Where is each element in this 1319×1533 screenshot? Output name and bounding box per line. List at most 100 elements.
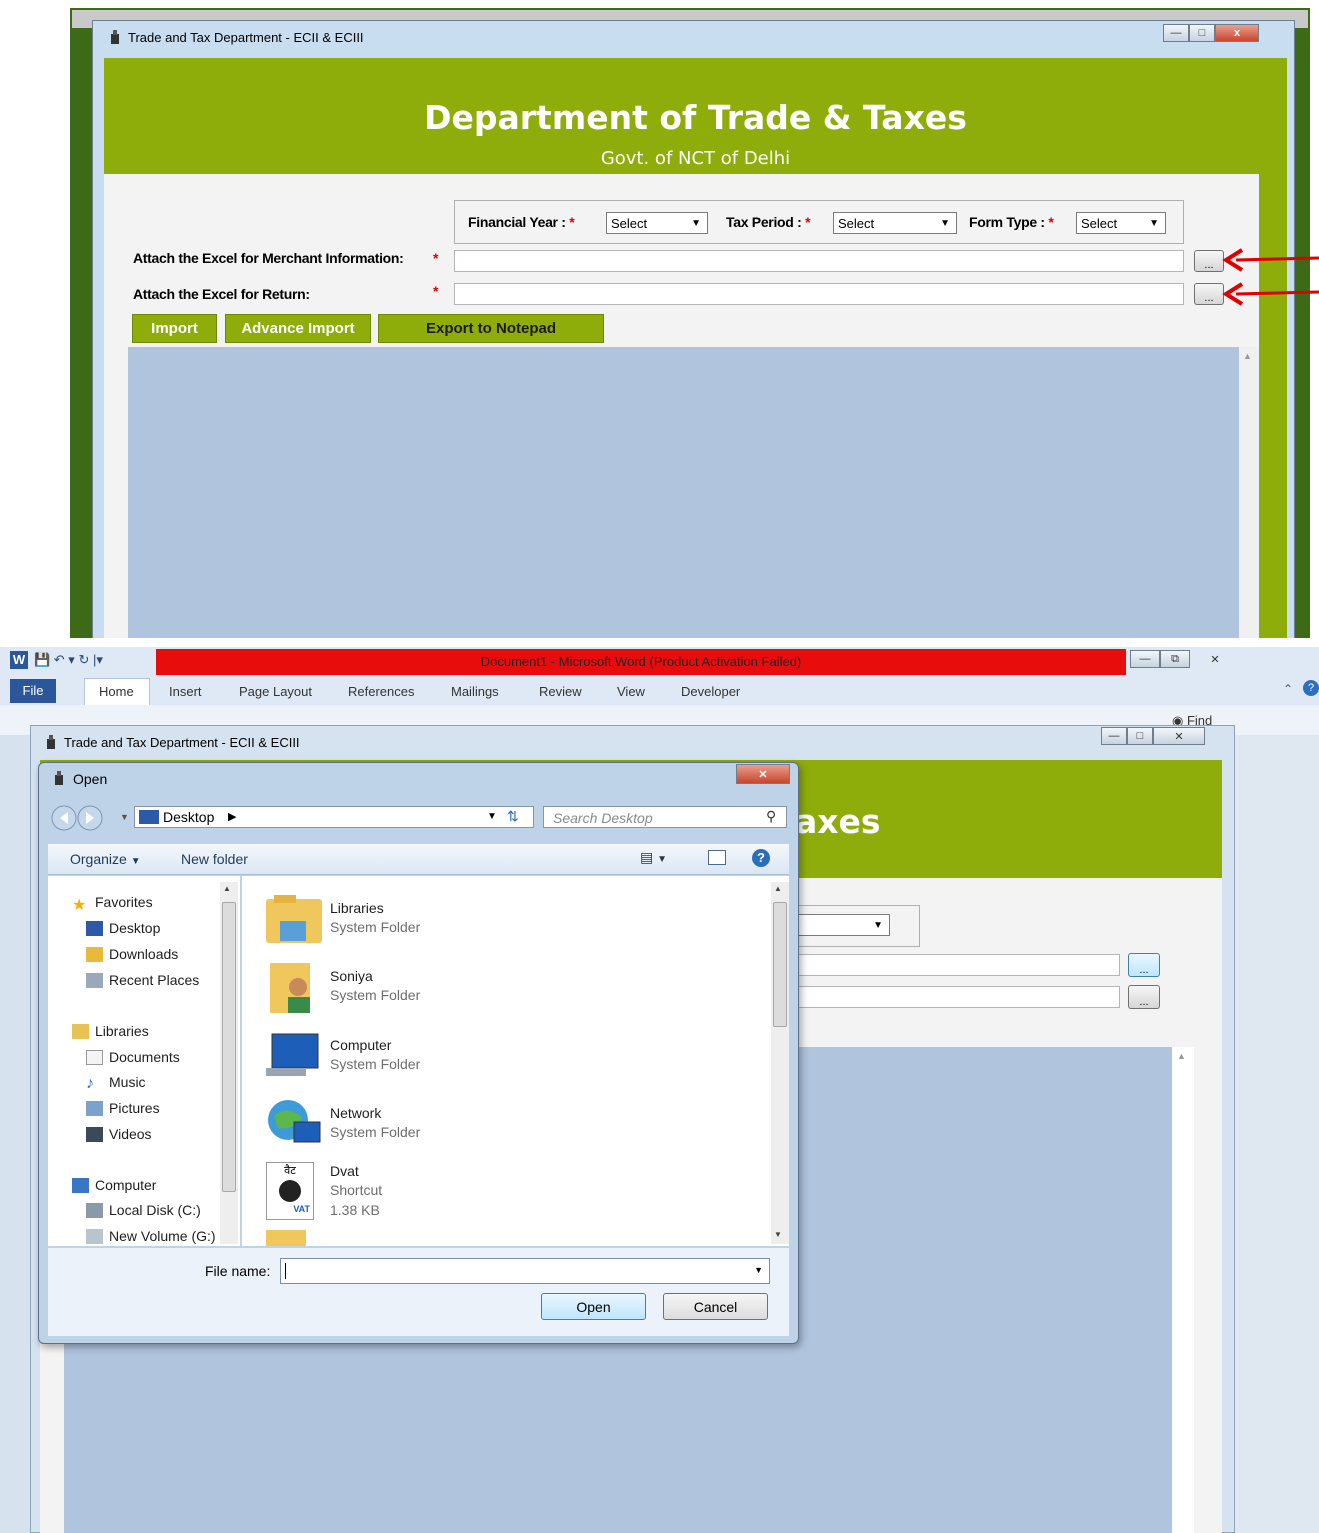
scroll-down-icon[interactable]: ▼ — [774, 1230, 782, 1239]
merchant-browse-button-2[interactable]: ... — [1128, 953, 1160, 977]
import-button[interactable]: Import — [132, 314, 217, 343]
file-type: System Folder — [330, 1124, 421, 1140]
merchant-excel-path-input-2[interactable] — [790, 954, 1120, 976]
list-item[interactable] — [264, 893, 324, 952]
required-mark: * — [433, 283, 439, 299]
tab-home[interactable]: Home — [99, 684, 134, 699]
views-icon[interactable]: ▤ ▼ — [640, 849, 667, 866]
grid-scrollbar-2[interactable]: ▲ — [1172, 1047, 1194, 1533]
close-button[interactable]: ✕ — [1153, 727, 1205, 745]
file-name-input[interactable]: ▼ — [280, 1258, 770, 1284]
grid-scrollbar[interactable]: ▲ — [1239, 347, 1259, 638]
dialog-close-button[interactable]: ✕ — [736, 764, 790, 784]
dvat-emblem — [279, 1180, 301, 1202]
nav-music[interactable]: ♪ Music — [86, 1074, 146, 1092]
scroll-thumb[interactable] — [222, 902, 236, 1192]
word-logo-icon: W — [10, 651, 28, 669]
tab-view[interactable]: View — [617, 684, 645, 699]
scroll-up-icon[interactable]: ▲ — [223, 884, 231, 893]
nav-computer[interactable]: Computer — [72, 1177, 156, 1193]
new-folder-button[interactable]: New folder — [181, 851, 248, 867]
restore-button[interactable]: ⧉ — [1160, 650, 1190, 668]
tab-file[interactable]: File — [10, 679, 56, 703]
dvat-shortcut-icon: वैट VAT — [266, 1162, 314, 1220]
navigation-scrollbar[interactable]: ▲ — [220, 882, 238, 1244]
ribbon-collapse-icon[interactable]: ⌃ — [1283, 682, 1293, 696]
help-icon[interactable]: ? — [1303, 680, 1319, 696]
tab-mailings[interactable]: Mailings — [451, 684, 499, 699]
tax-period-select[interactable]: Select ▼ — [833, 212, 957, 234]
organize-button[interactable]: Organize ▼ — [70, 851, 141, 867]
back-button[interactable] — [50, 804, 78, 832]
form-type-select[interactable]: Select ▼ — [1076, 212, 1166, 234]
tab-developer[interactable]: Developer — [681, 684, 740, 699]
scroll-up-icon[interactable]: ▲ — [774, 884, 782, 893]
tab-page-layout[interactable]: Page Layout — [239, 684, 312, 699]
forward-button[interactable] — [78, 804, 104, 832]
scroll-up-icon[interactable]: ▲ — [1243, 351, 1255, 361]
maximize-button[interactable]: □ — [1127, 727, 1153, 745]
search-input[interactable]: Search Desktop ⚲ — [543, 806, 787, 828]
help-icon[interactable]: ? — [752, 849, 770, 867]
nav-local-disk[interactable]: Local Disk (C:) — [86, 1202, 201, 1218]
search-icon[interactable]: ⚲ — [766, 808, 776, 825]
return-excel-path-input[interactable] — [454, 283, 1184, 305]
nav-recent-places[interactable]: Recent Places — [86, 972, 199, 988]
close-button[interactable]: x — [1215, 24, 1259, 42]
list-item[interactable] — [264, 961, 324, 1020]
user-folder-icon — [270, 963, 310, 1013]
required-mark: * — [433, 250, 439, 266]
scroll-up-icon[interactable]: ▲ — [1177, 1051, 1189, 1061]
chevron-down-icon[interactable]: ▼ — [754, 1265, 763, 1275]
open-button[interactable]: Open — [541, 1293, 646, 1320]
minimize-button[interactable]: — — [1130, 650, 1160, 668]
form-type-select-2[interactable]: t▼ — [790, 914, 890, 936]
breadcrumb-arrow-icon[interactable]: ▶ — [228, 810, 236, 823]
tab-review[interactable]: Review — [539, 684, 582, 699]
star-icon: ★ — [72, 896, 87, 914]
nav-pictures[interactable]: Pictures — [86, 1100, 160, 1116]
chevron-down-icon: ▼ — [1149, 217, 1159, 229]
nav-favorites[interactable]: ★ Favorites — [72, 894, 153, 914]
file-list-scrollbar[interactable]: ▲ ▼ — [771, 882, 789, 1244]
nav-downloads[interactable]: Downloads — [86, 946, 178, 962]
merchant-excel-path-input[interactable] — [454, 250, 1184, 272]
nav-new-volume[interactable]: New Volume (G:) — [86, 1228, 216, 1244]
minimize-button[interactable]: — — [1163, 24, 1189, 42]
documents-icon — [86, 1049, 103, 1065]
nav-libraries[interactable]: Libraries — [72, 1023, 149, 1039]
return-browse-button[interactable]: ... — [1194, 283, 1224, 305]
file-name: Dvat — [330, 1163, 359, 1179]
return-excel-path-input-2[interactable] — [790, 986, 1120, 1008]
music-icon: ♪ — [86, 1074, 94, 1092]
header-title-partial: axes — [795, 802, 881, 841]
nav-documents[interactable]: Documents — [86, 1049, 180, 1065]
financial-year-select[interactable]: Select ▼ — [606, 212, 708, 234]
tab-references[interactable]: References — [348, 684, 414, 699]
export-notepad-button[interactable]: Export to Notepad — [378, 314, 604, 343]
preview-pane-icon[interactable] — [708, 850, 726, 865]
return-browse-button-2[interactable]: ... — [1128, 985, 1160, 1009]
cancel-button[interactable]: Cancel — [663, 1293, 768, 1320]
minimize-button[interactable]: — — [1101, 727, 1127, 745]
address-dropdown-icon[interactable]: ▼ — [487, 811, 497, 822]
refresh-icon[interactable]: ⇅ — [507, 808, 519, 825]
scroll-thumb[interactable] — [773, 902, 787, 1027]
close-button[interactable]: ✕ — [1190, 650, 1240, 668]
quick-access-toolbar[interactable]: 💾 ↶ ▾ ↻ |▾ — [34, 652, 103, 668]
address-bar[interactable]: Desktop ▶ ▼ ⇅ — [134, 806, 534, 828]
dialog-title: Open — [73, 771, 108, 787]
file-name: Soniya — [330, 968, 373, 984]
advance-import-button[interactable]: Advance Import — [225, 314, 371, 343]
list-item[interactable] — [264, 1030, 324, 1085]
merchant-browse-button[interactable]: ... — [1194, 250, 1224, 272]
nav-videos[interactable]: Videos — [86, 1126, 152, 1142]
nav-desktop[interactable]: Desktop — [86, 920, 160, 936]
red-arrow-annotation — [1222, 248, 1319, 275]
pictures-icon — [86, 1100, 103, 1116]
list-item[interactable] — [264, 1096, 324, 1155]
word-title: Document1 - Microsoft Word (Product Acti… — [480, 654, 802, 669]
maximize-button[interactable]: □ — [1189, 24, 1215, 42]
recent-locations-icon[interactable]: ▼ — [120, 812, 129, 822]
tab-insert[interactable]: Insert — [169, 684, 202, 699]
